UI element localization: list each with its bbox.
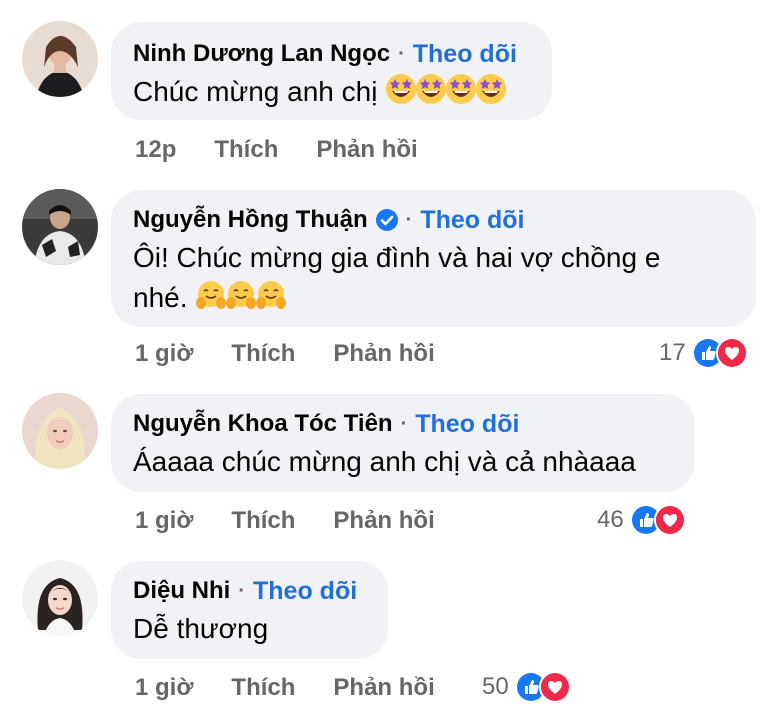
avatar-photo xyxy=(22,560,98,636)
commenter-name[interactable]: Diệu Nhi xyxy=(133,577,230,605)
like-button[interactable]: Thích xyxy=(214,136,278,164)
reply-button[interactable]: Phản hồi xyxy=(333,674,434,702)
comment-text: Áaaaa chúc mừng anh chị và cả nhàaaa xyxy=(133,446,636,477)
like-button[interactable]: Thích xyxy=(231,674,295,702)
comment-time[interactable]: 1 giờ xyxy=(135,674,193,702)
avatar-photo xyxy=(22,393,98,469)
reaction-count: 17 xyxy=(659,339,686,366)
separator-dot: · xyxy=(398,42,405,65)
follow-button[interactable]: Theo dõi xyxy=(253,577,357,606)
love-reaction-icon xyxy=(715,337,748,369)
hugging-face-emoji-icon xyxy=(196,281,227,309)
comment-text: Ôi! Chúc mừng gia đình và hai vợ chồng e xyxy=(133,242,661,273)
follow-button[interactable]: Theo dõi xyxy=(413,40,517,69)
reply-button[interactable]: Phản hồi xyxy=(316,136,417,164)
avatar[interactable] xyxy=(22,21,98,97)
star-struck-emoji-icon xyxy=(476,74,507,104)
comment-bubble: Nguyễn Khoa Tóc Tiên · Theo dõi Áaaaa ch… xyxy=(111,394,695,492)
star-struck-emoji-icon xyxy=(385,74,507,107)
separator-dot: · xyxy=(238,579,246,602)
love-reaction-icon xyxy=(538,671,571,703)
comment-bubble: Diệu Nhi · Theo dõi Dễ thương xyxy=(111,561,388,659)
verified-badge-icon xyxy=(375,209,398,231)
reaction-count: 50 xyxy=(482,673,509,700)
star-struck-emoji-icon xyxy=(446,74,477,104)
star-struck-emoji-icon xyxy=(386,74,417,104)
avatar[interactable] xyxy=(22,393,98,469)
like-button[interactable]: Thích xyxy=(231,507,295,535)
comment-time[interactable]: 1 giờ xyxy=(135,340,193,368)
avatar[interactable] xyxy=(22,560,98,636)
comment-actions: 12p Thích Phản hồi xyxy=(135,136,418,164)
commenter-name[interactable]: Nguyễn Hồng Thuận xyxy=(133,206,368,234)
commenter-name[interactable]: Ninh Dương Lan Ngọc xyxy=(133,40,390,68)
avatar[interactable] xyxy=(22,189,98,265)
comment-text-row: nhé. xyxy=(133,278,734,318)
comment-text: Dễ thương xyxy=(133,613,269,644)
comment-text-row: Chúc mừng anh chị xyxy=(133,72,530,112)
avatar-photo xyxy=(22,189,98,265)
follow-button[interactable]: Theo dõi xyxy=(415,410,519,439)
comment-bubble: Nguyễn Hồng Thuận · Theo dõi Ôi! Chúc mừ… xyxy=(111,190,756,327)
like-button[interactable]: Thích xyxy=(231,340,295,368)
reaction-count: 46 xyxy=(597,506,624,533)
love-reaction-icon xyxy=(653,504,686,536)
avatar-photo xyxy=(22,21,98,97)
comment-time[interactable]: 1 giờ xyxy=(135,507,193,535)
reply-button[interactable]: Phản hồi xyxy=(333,507,434,535)
follow-button[interactable]: Theo dõi xyxy=(420,206,524,235)
reaction-summary[interactable]: 46 xyxy=(597,504,686,536)
comment-actions: 1 giờ Thích Phản hồi xyxy=(135,507,435,535)
commenter-name[interactable]: Nguyễn Khoa Tóc Tiên xyxy=(133,410,393,438)
comment-time[interactable]: 12p xyxy=(135,136,176,164)
hugging-face-emoji-icon xyxy=(256,281,287,309)
comment-text: nhé. xyxy=(133,282,188,313)
reaction-summary[interactable]: 17 xyxy=(659,337,748,369)
separator-dot: · xyxy=(405,208,413,231)
hugging-face-emoji-icon xyxy=(226,281,257,309)
comment-actions: 1 giờ Thích Phản hồi xyxy=(135,674,435,702)
hugging-face-emoji-icon xyxy=(195,281,287,313)
reaction-summary[interactable]: 50 xyxy=(482,671,571,703)
separator-dot: · xyxy=(400,412,408,435)
star-struck-emoji-icon xyxy=(416,74,447,104)
comment-text: Chúc mừng anh chị xyxy=(133,76,378,107)
reply-button[interactable]: Phản hồi xyxy=(333,340,434,368)
comment-actions: 1 giờ Thích Phản hồi xyxy=(135,340,435,368)
comment-bubble: Ninh Dương Lan Ngọc · Theo dõi Chúc mừng… xyxy=(111,22,552,120)
